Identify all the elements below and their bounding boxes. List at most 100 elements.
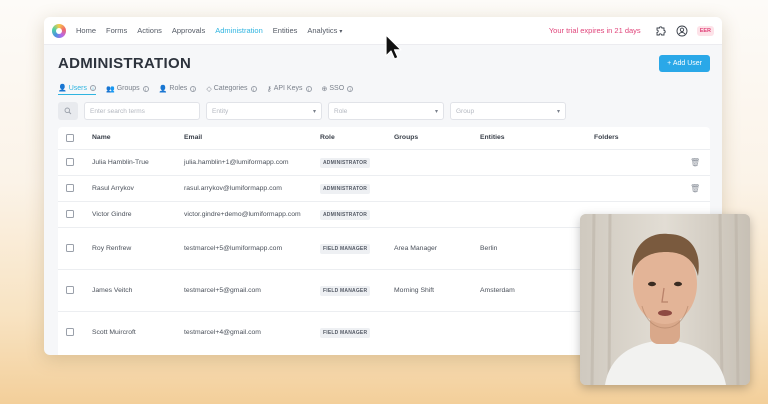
info-icon: i: [90, 85, 96, 91]
app-logo[interactable]: [52, 23, 66, 38]
row-checkbox[interactable]: [66, 286, 74, 294]
user-groups: [388, 310, 474, 353]
webcam-overlay: [580, 214, 750, 385]
user-email: testmarcel+5@lumiformapp.com: [178, 226, 314, 269]
tab-roles[interactable]: 👤 Roles i: [159, 84, 197, 95]
top-nav-bar: Home Forms Actions Approvals Administrat…: [44, 17, 722, 45]
info-icon: i: [305, 85, 312, 92]
chevron-down-icon: ▾: [434, 108, 438, 115]
nav-administration[interactable]: Administration: [215, 26, 263, 35]
user-groups: [388, 200, 474, 227]
puzzle-icon[interactable]: [655, 25, 667, 37]
tab-users-label: Users: [68, 84, 87, 92]
table-header-row: Name Email Role Groups Entities Folders: [58, 127, 710, 149]
user-groups: Morning Shift: [388, 268, 474, 311]
user-email: victor.gindre+demo@lumiformapp.com: [178, 200, 314, 227]
group-select[interactable]: Group ▾: [450, 102, 566, 120]
row-checkbox[interactable]: [66, 184, 74, 192]
info-icon: i: [250, 85, 257, 92]
nav-analytics-label: Analytics: [307, 26, 338, 35]
chevron-down-icon: ▾: [556, 108, 560, 115]
row-checkbox[interactable]: [66, 328, 74, 337]
tab-sso[interactable]: ⊕ SSO i: [322, 84, 354, 95]
user-icon: 👤: [58, 85, 67, 92]
role-badge: FIELD MANAGER: [320, 327, 371, 338]
user-profile-icon[interactable]: [676, 25, 688, 37]
row-checkbox[interactable]: [66, 210, 74, 218]
user-badge[interactable]: EER: [696, 25, 714, 36]
admin-tabs: 👤 Users i 👥 Groups i 👤 Roles i ◇ Categories i ⚷ A…: [58, 84, 363, 95]
tab-api-keys[interactable]: ⚷ API Keys i: [267, 84, 312, 95]
chevron-down-icon: ▾: [339, 29, 343, 35]
tab-users[interactable]: 👤 Users i: [58, 84, 96, 95]
nav-entities[interactable]: Entities: [273, 26, 298, 35]
info-icon: i: [347, 85, 354, 92]
trial-notice[interactable]: Your trial expires in 21 days: [549, 26, 641, 35]
search-input[interactable]: Enter search terms: [84, 102, 200, 120]
table-row[interactable]: Rasul Arrykov rasul.arrykov@lumiformapp.…: [58, 174, 710, 201]
role-select-label: Role: [334, 107, 348, 115]
user-email: testmarcel+4@gmail.com: [178, 310, 314, 353]
table-row[interactable]: Julia Hamblin-True julia.hamblin+1@lumif…: [58, 148, 710, 175]
trash-icon[interactable]: 🗑: [690, 184, 700, 193]
role-select[interactable]: Role ▾: [328, 102, 444, 120]
user-name[interactable]: James Veitch: [86, 268, 178, 311]
role-badge: ADMINISTRATOR: [320, 183, 371, 194]
trash-icon[interactable]: 🗑: [690, 158, 700, 167]
presenter-video: [580, 214, 750, 385]
entity-select-label: Entity: [212, 107, 229, 115]
tag-icon: ◇: [206, 85, 212, 93]
column-header-folders[interactable]: Folders: [588, 127, 684, 149]
column-header-email[interactable]: Email: [178, 127, 314, 149]
add-user-label: Add User: [672, 60, 702, 67]
user-entities: [474, 200, 588, 227]
info-icon: i: [190, 85, 197, 92]
tab-roles-label: Roles: [169, 85, 188, 92]
row-checkbox[interactable]: [66, 244, 74, 252]
role-icon: 👤: [158, 85, 168, 93]
user-name[interactable]: Scott Muircroft: [86, 310, 178, 353]
user-name[interactable]: Rasul Arrykov: [86, 174, 178, 201]
group-icon: 👥: [106, 85, 115, 93]
entity-select[interactable]: Entity ▾: [206, 102, 322, 120]
role-badge: FIELD MANAGER: [320, 285, 371, 296]
user-entities: [474, 148, 588, 175]
nav-forms[interactable]: Forms: [106, 26, 127, 35]
tab-categories[interactable]: ◇ Categories i: [206, 84, 257, 95]
user-email: julia.hamblin+1@lumiformapp.com: [178, 148, 314, 175]
user-name[interactable]: Roy Renfrew: [86, 226, 178, 269]
user-name[interactable]: Victor Gindre: [86, 200, 178, 227]
group-select-label: Group: [456, 107, 475, 115]
role-badge: FIELD MANAGER: [320, 243, 371, 254]
key-icon: ⚷: [266, 85, 272, 93]
nav-actions[interactable]: Actions: [137, 26, 162, 35]
user-entities: Berlin: [474, 226, 588, 269]
column-header-role[interactable]: Role: [314, 127, 388, 149]
select-all-checkbox[interactable]: [66, 133, 74, 142]
tab-api-keys-label: API Keys: [273, 85, 303, 92]
user-groups: [388, 174, 474, 201]
role-badge: ADMINISTRATOR: [320, 157, 371, 168]
user-entities: [474, 174, 588, 201]
user-email: rasul.arrykov@lumiformapp.com: [178, 174, 314, 201]
search-icon: [64, 107, 72, 115]
tab-groups[interactable]: 👥 Groups i: [106, 84, 149, 95]
filter-bar: Enter search terms Entity ▾ Role ▾ Group ▾: [58, 102, 572, 120]
user-entities: [474, 310, 588, 353]
column-header-entities[interactable]: Entities: [474, 127, 588, 149]
chevron-down-icon: ▾: [312, 108, 316, 115]
nav-analytics[interactable]: Analytics ▾: [307, 26, 342, 35]
search-button[interactable]: [58, 102, 78, 120]
tab-groups-label: Groups: [116, 85, 140, 92]
sso-icon: ⊕: [321, 85, 328, 93]
column-header-groups[interactable]: Groups: [388, 127, 474, 149]
role-badge: ADMINISTRATOR: [320, 209, 371, 220]
nav-home[interactable]: Home: [76, 26, 96, 35]
user-name[interactable]: Julia Hamblin-True: [86, 148, 178, 175]
column-header-name[interactable]: Name: [86, 127, 178, 149]
add-user-button[interactable]: + Add User: [659, 55, 710, 72]
user-groups: [388, 148, 474, 175]
tab-categories-label: Categories: [213, 85, 248, 92]
row-checkbox[interactable]: [66, 158, 74, 166]
nav-approvals[interactable]: Approvals: [172, 26, 205, 35]
